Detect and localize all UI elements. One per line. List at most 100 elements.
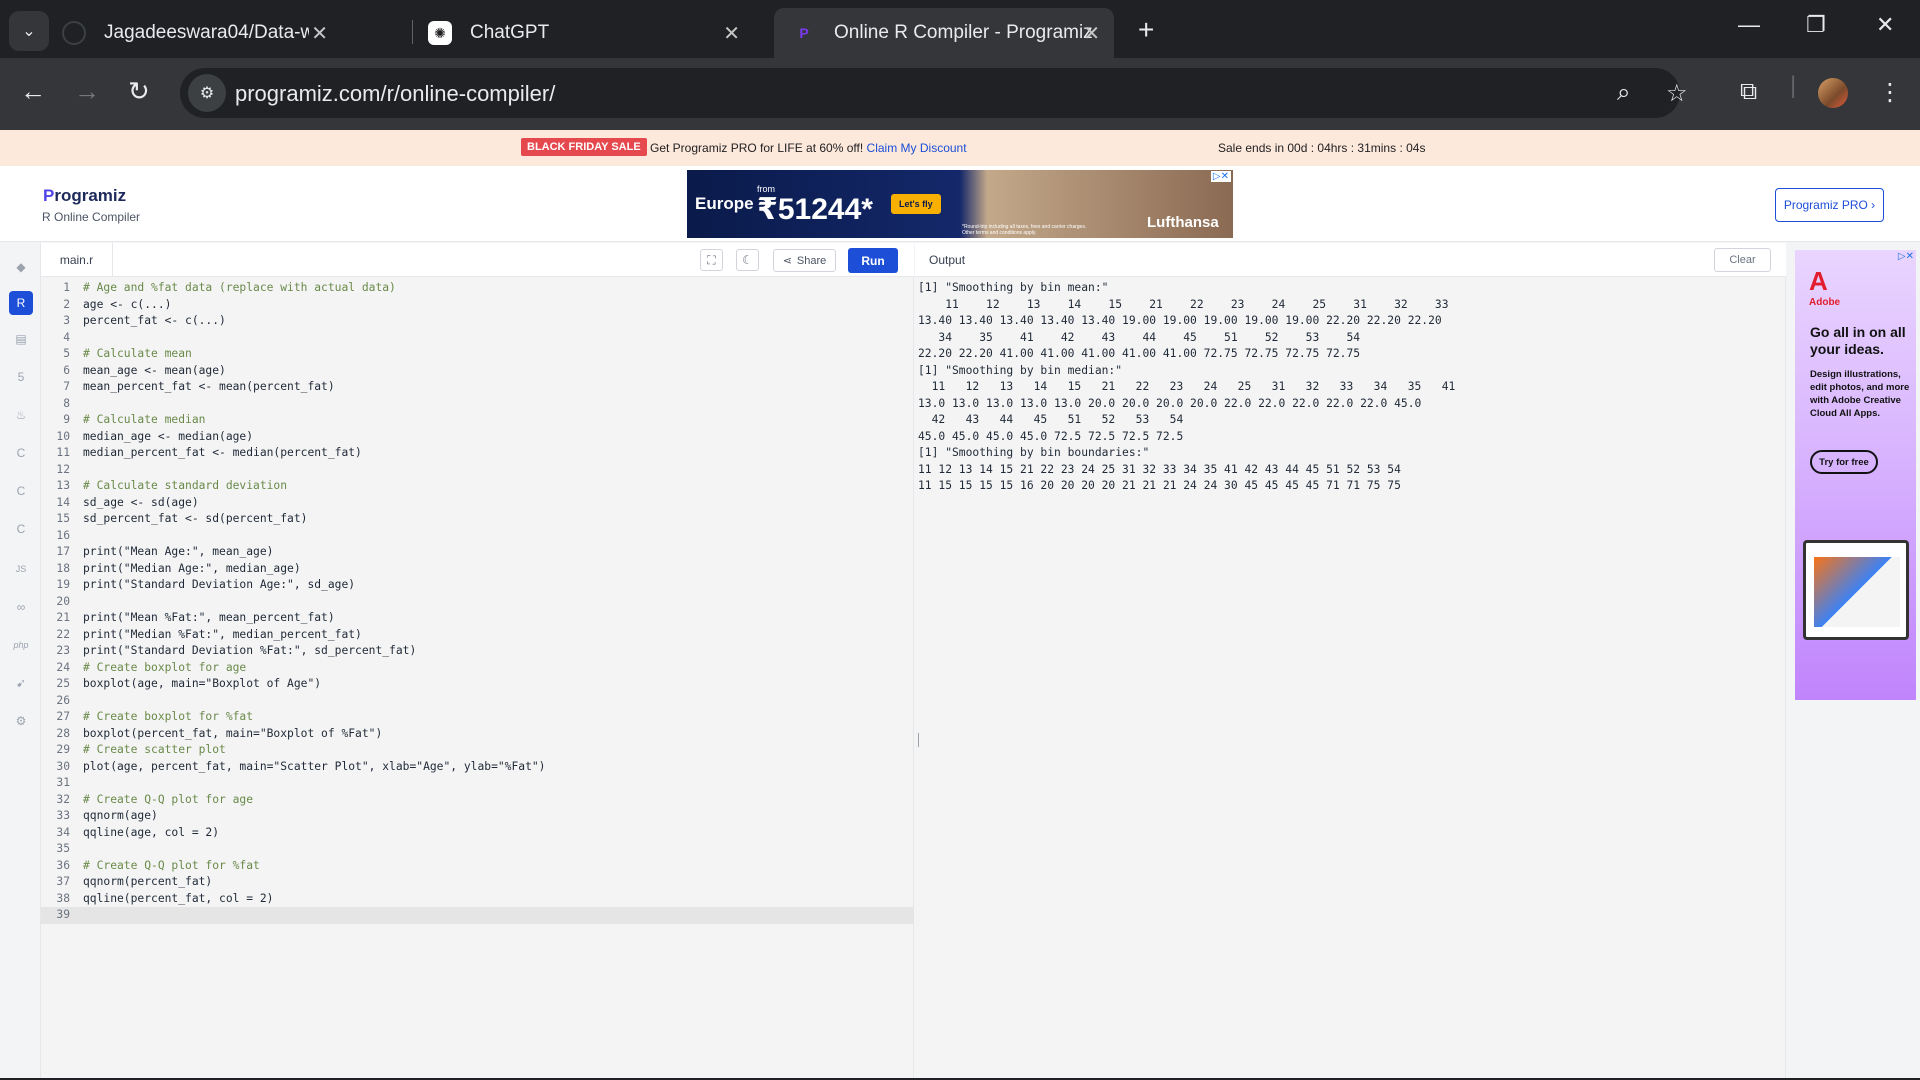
cpp-icon[interactable]: C xyxy=(9,479,33,503)
programiz-pro-button[interactable]: Programiz PRO › xyxy=(1775,188,1884,222)
run-button[interactable]: Run xyxy=(848,248,898,273)
code-line[interactable]: 35 xyxy=(41,841,914,858)
clear-button[interactable]: Clear xyxy=(1714,248,1771,272)
url-text[interactable]: programiz.com/r/online-compiler/ xyxy=(235,81,555,107)
back-button[interactable]: ← xyxy=(20,76,46,107)
line-number: 20 xyxy=(56,594,70,608)
close-tab-icon[interactable]: ✕ xyxy=(311,21,328,46)
code-text: mean_age <- mean(age) xyxy=(83,363,226,377)
ad-choices-icon[interactable]: ▷✕ xyxy=(1898,251,1914,262)
lets-fly-button[interactable]: Let's fly xyxy=(891,194,941,214)
code-line[interactable]: 19 print("Standard Deviation Age:", sd_ag… xyxy=(41,577,914,594)
code-line[interactable]: 31 xyxy=(41,775,914,792)
code-line[interactable]: 3 percent_fat <- c(...) xyxy=(41,313,914,330)
code-line[interactable]: 7 mean_percent_fat <- mean(percent_fat) xyxy=(41,379,914,396)
zoom-icon[interactable]: ⌕ xyxy=(1617,79,1630,107)
code-line[interactable]: 33 qqnorm(age) xyxy=(41,808,914,825)
code-line[interactable]: 9 # Calculate median xyxy=(41,412,914,429)
line-number: 24 xyxy=(56,660,70,674)
new-tab-button[interactable]: + xyxy=(1138,14,1154,46)
sql-icon[interactable]: ▤ xyxy=(9,327,33,351)
code-line[interactable]: 32 # Create Q-Q plot for age xyxy=(41,792,914,809)
line-number: 25 xyxy=(56,677,70,690)
output-console[interactable]: [1] "Smoothing by bin mean:" 11 12 13 14… xyxy=(918,280,1455,495)
ad-close-icon[interactable]: ▷✕ xyxy=(1210,171,1231,182)
address-bar[interactable]: ⚙ programiz.com/r/online-compiler/ ⌕ ☆ xyxy=(180,68,1688,118)
code-line[interactable]: 34 qqline(age, col = 2) xyxy=(41,825,914,842)
tab-programiz[interactable]: P Online R Compiler - Programiz ✕ xyxy=(774,8,1114,58)
file-tab-main-r[interactable]: main.r xyxy=(41,243,113,277)
go-icon[interactable]: ∞ xyxy=(9,595,33,619)
minimize-button[interactable]: — xyxy=(1738,12,1760,38)
code-line[interactable]: 30 plot(age, percent_fat, main="Scatter P… xyxy=(41,759,914,776)
code-line[interactable]: 11 median_percent_fat <- median(percent_f… xyxy=(41,445,914,462)
code-line[interactable]: 5 # Calculate mean xyxy=(41,346,914,363)
code-line[interactable]: 27 # Create boxplot for %fat xyxy=(41,709,914,726)
code-line[interactable]: 10 median_age <- median(age) xyxy=(41,429,914,446)
share-button[interactable]: ⋖ Share xyxy=(773,249,836,272)
tab-chatgpt[interactable]: ✺ ChatGPT ✕ xyxy=(428,8,768,58)
code-line[interactable]: 28 boxplot(percent_fat, main="Boxplot of … xyxy=(41,726,914,743)
code-line[interactable]: 21 print("Mean %Fat:", mean_percent_fat) xyxy=(41,610,914,627)
line-number: 36 xyxy=(56,858,70,872)
adobe-ad[interactable]: ▷✕ A Adobe Go all in on all your ideas. … xyxy=(1795,250,1916,700)
fullscreen-icon[interactable]: ⛶ xyxy=(700,249,723,271)
code-line[interactable]: 12 xyxy=(41,462,914,479)
restore-button[interactable]: ❐ xyxy=(1806,12,1826,38)
php-icon[interactable]: php xyxy=(9,633,33,657)
code-text: # Calculate median xyxy=(83,413,206,426)
reload-button[interactable]: ↻ xyxy=(128,76,150,107)
code-line[interactable]: 8 xyxy=(41,396,914,413)
swift-icon[interactable]: ➹ xyxy=(9,671,33,695)
c-icon[interactable]: C xyxy=(9,441,33,465)
code-line[interactable]: 39 xyxy=(41,907,914,924)
code-line[interactable]: 13 # Calculate standard deviation xyxy=(41,478,914,495)
code-line[interactable]: 18 print("Median Age:", median_age) xyxy=(41,561,914,578)
bookmark-star-icon[interactable]: ☆ xyxy=(1666,79,1688,108)
code-line[interactable]: 1 # Age and %fat data (replace with actua… xyxy=(41,280,914,297)
forward-button[interactable]: → xyxy=(74,76,100,107)
code-line[interactable]: 17 print("Mean Age:", mean_age) xyxy=(41,544,914,561)
code-text: age <- c(...) xyxy=(83,297,172,311)
csharp-icon[interactable]: C xyxy=(9,517,33,541)
code-text-area[interactable]: 1 # Age and %fat data (replace with actua… xyxy=(41,280,914,924)
code-line[interactable]: 22 print("Median %Fat:", median_percent_f… xyxy=(41,627,914,644)
close-window-button[interactable]: ✕ xyxy=(1876,12,1894,38)
code-line[interactable]: 38 qqline(percent_fat, col = 2) xyxy=(41,891,914,908)
code-line[interactable]: 2 age <- c(...) xyxy=(41,297,914,314)
code-line[interactable]: 15 sd_percent_fat <- sd(percent_fat) xyxy=(41,511,914,528)
tab-search-button[interactable]: ⌄ xyxy=(9,11,49,51)
code-line[interactable]: 4 xyxy=(41,330,914,347)
code-text: # Create boxplot for %fat xyxy=(83,710,254,723)
dark-mode-icon[interactable]: ☾ xyxy=(736,249,759,271)
python-icon[interactable]: ◆ xyxy=(9,255,33,279)
extensions-icon[interactable]: ⧉ xyxy=(1740,78,1757,106)
site-info-icon[interactable]: ⚙ xyxy=(188,74,226,112)
tab-github[interactable]: Jagadeeswara04/Data-warehou ✕ xyxy=(62,8,342,58)
code-line[interactable]: 24 # Create boxplot for age xyxy=(41,660,914,677)
code-line[interactable]: 16 xyxy=(41,528,914,545)
code-line[interactable]: 37 qqnorm(percent_fat) xyxy=(41,874,914,891)
code-line[interactable]: 36 # Create Q-Q plot for %fat xyxy=(41,858,914,875)
lufthansa-ad-banner[interactable]: Europe from ₹51244* Let's fly *Round-tri… xyxy=(687,170,1233,238)
js-icon[interactable]: JS xyxy=(9,557,33,581)
code-line[interactable]: 25 boxplot(age, main="Boxplot of Age") xyxy=(41,676,914,693)
programiz-logo[interactable]: Programiz xyxy=(43,186,126,206)
profile-avatar[interactable] xyxy=(1818,78,1848,108)
code-line[interactable]: 14 sd_age <- sd(age) xyxy=(41,495,914,512)
r-icon[interactable]: R xyxy=(9,291,33,315)
claim-discount-link[interactable]: Claim My Discount xyxy=(867,141,967,155)
close-tab-icon[interactable]: ✕ xyxy=(1083,21,1100,46)
java-icon[interactable]: ♨ xyxy=(9,403,33,427)
close-tab-icon[interactable]: ✕ xyxy=(723,21,740,46)
code-line[interactable]: 29 # Create scatter plot xyxy=(41,742,914,759)
rust-icon[interactable]: ⚙ xyxy=(9,709,33,733)
browser-menu-icon[interactable]: ⋮ xyxy=(1878,78,1902,107)
html-icon[interactable]: 5 xyxy=(9,365,33,389)
code-line[interactable]: 20 xyxy=(41,594,914,611)
code-text: boxplot(percent_fat, main="Boxplot of %F… xyxy=(83,726,383,740)
try-for-free-button[interactable]: Try for free xyxy=(1810,450,1878,474)
code-line[interactable]: 26 xyxy=(41,693,914,710)
code-line[interactable]: 6 mean_age <- mean(age) xyxy=(41,363,914,380)
code-line[interactable]: 23 print("Standard Deviation %Fat:", sd_p… xyxy=(41,643,914,660)
